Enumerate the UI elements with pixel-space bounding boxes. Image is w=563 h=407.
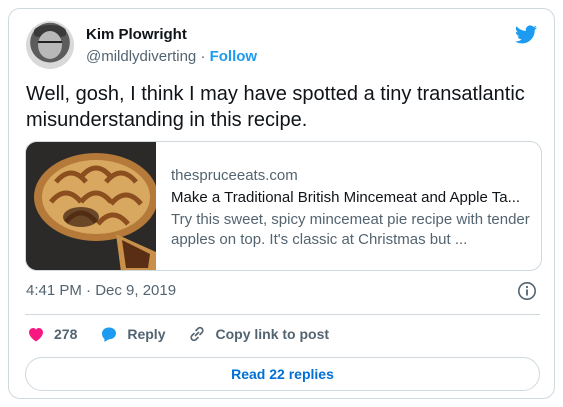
copy-link-button[interactable]: Copy link to post: [187, 324, 329, 344]
twitter-logo-icon[interactable]: [514, 23, 538, 47]
link-domain: thespruceeats.com: [171, 167, 298, 184]
avatar-glasses: [38, 41, 62, 49]
author-name[interactable]: Kim Plowright: [86, 26, 187, 43]
separator-dot: ·: [200, 48, 206, 65]
like-count: 278: [54, 326, 78, 342]
link-meta: thespruceeats.com Make a Traditional Bri…: [171, 166, 531, 250]
follow-link[interactable]: Follow: [210, 48, 258, 65]
avatar[interactable]: [26, 21, 74, 69]
tweet-timestamp[interactable]: 4:41 PM · Dec 9, 2019: [26, 282, 176, 299]
read-replies-button[interactable]: Read 22 replies: [25, 357, 540, 391]
heart-icon: [29, 328, 43, 342]
tweet-text: Well, gosh, I think I may have spotted a…: [26, 83, 525, 131]
link-chain-icon: [190, 326, 205, 342]
link-thumbnail: [26, 142, 156, 270]
reply-bubble-icon: [102, 327, 117, 342]
link-preview-card[interactable]: thespruceeats.com Make a Traditional Bri…: [25, 141, 542, 271]
action-bar: 278 Reply Copy link to post: [26, 322, 351, 346]
link-title: Make a Traditional British Mincemeat and…: [171, 189, 521, 206]
author-handle[interactable]: @mildlydiverting: [86, 48, 196, 65]
tweet-card: Kim Plowright @mildlydiverting · Follow …: [8, 8, 555, 399]
link-description: Try this sweet, spicy mincemeat pie reci…: [171, 211, 530, 248]
copy-link-label: Copy link to post: [215, 326, 330, 342]
info-icon[interactable]: [517, 281, 537, 301]
reply-button[interactable]: Reply: [99, 324, 165, 344]
reply-label: Reply: [127, 326, 166, 342]
author-handle-row: @mildlydiverting · Follow: [86, 48, 257, 65]
divider: [25, 314, 540, 315]
like-button[interactable]: 278: [26, 324, 77, 344]
